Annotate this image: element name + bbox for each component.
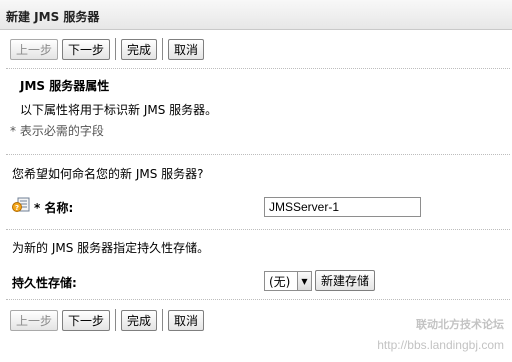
next-button[interactable]: 下一步 [62,38,111,60]
name-question: 您希望如何命名您的新 JMS 服务器? [12,167,204,181]
store-label: 持久性存储: [12,276,77,290]
required-note: * 表示必需的字段 [10,124,104,138]
section-description: 以下属性将用于标识新 JMS 服务器。 [20,103,218,117]
watermark-text: 联动北方技术论坛 [416,318,504,331]
top-button-bar: 上一步 下一步 完成 取消 [10,38,208,60]
dialog-title: 新建 JMS 服务器 [6,10,100,24]
help-icon[interactable]: ? [12,196,30,214]
button-separator [162,38,164,60]
divider [6,229,510,230]
button-separator [162,309,164,331]
watermark-url: http://bbs.landingbj.com [377,338,504,352]
divider [6,299,510,300]
cancel-button[interactable]: 取消 [168,38,205,60]
store-instruction: 为新的 JMS 服务器指定持久性存储。 [12,241,210,255]
divider [6,68,510,69]
store-select-value: (无) [269,274,291,289]
section-heading: JMS 服务器属性 [20,79,110,93]
svg-text:?: ? [15,204,19,212]
chevron-down-icon[interactable]: ▼ [297,272,311,290]
finish-button[interactable]: 完成 [121,309,158,331]
store-select[interactable]: (无) ▼ [264,271,312,291]
back-button[interactable]: 上一步 [10,309,59,331]
name-label: * 名称: [34,201,74,215]
back-button[interactable]: 上一步 [10,38,59,60]
dialog-title-bar: 新建 JMS 服务器 [0,0,512,30]
next-button[interactable]: 下一步 [62,309,111,331]
button-separator [115,38,117,60]
divider [6,154,510,155]
watermark: 联动北方技术论坛 http://bbs.landingbj.com [377,316,504,352]
name-input[interactable] [264,197,421,217]
button-separator [115,309,117,331]
finish-button[interactable]: 完成 [121,38,158,60]
bottom-button-bar: 上一步 下一步 完成 取消 [10,309,208,331]
cancel-button[interactable]: 取消 [168,309,205,331]
new-store-button[interactable]: 新建存储 [315,270,376,291]
